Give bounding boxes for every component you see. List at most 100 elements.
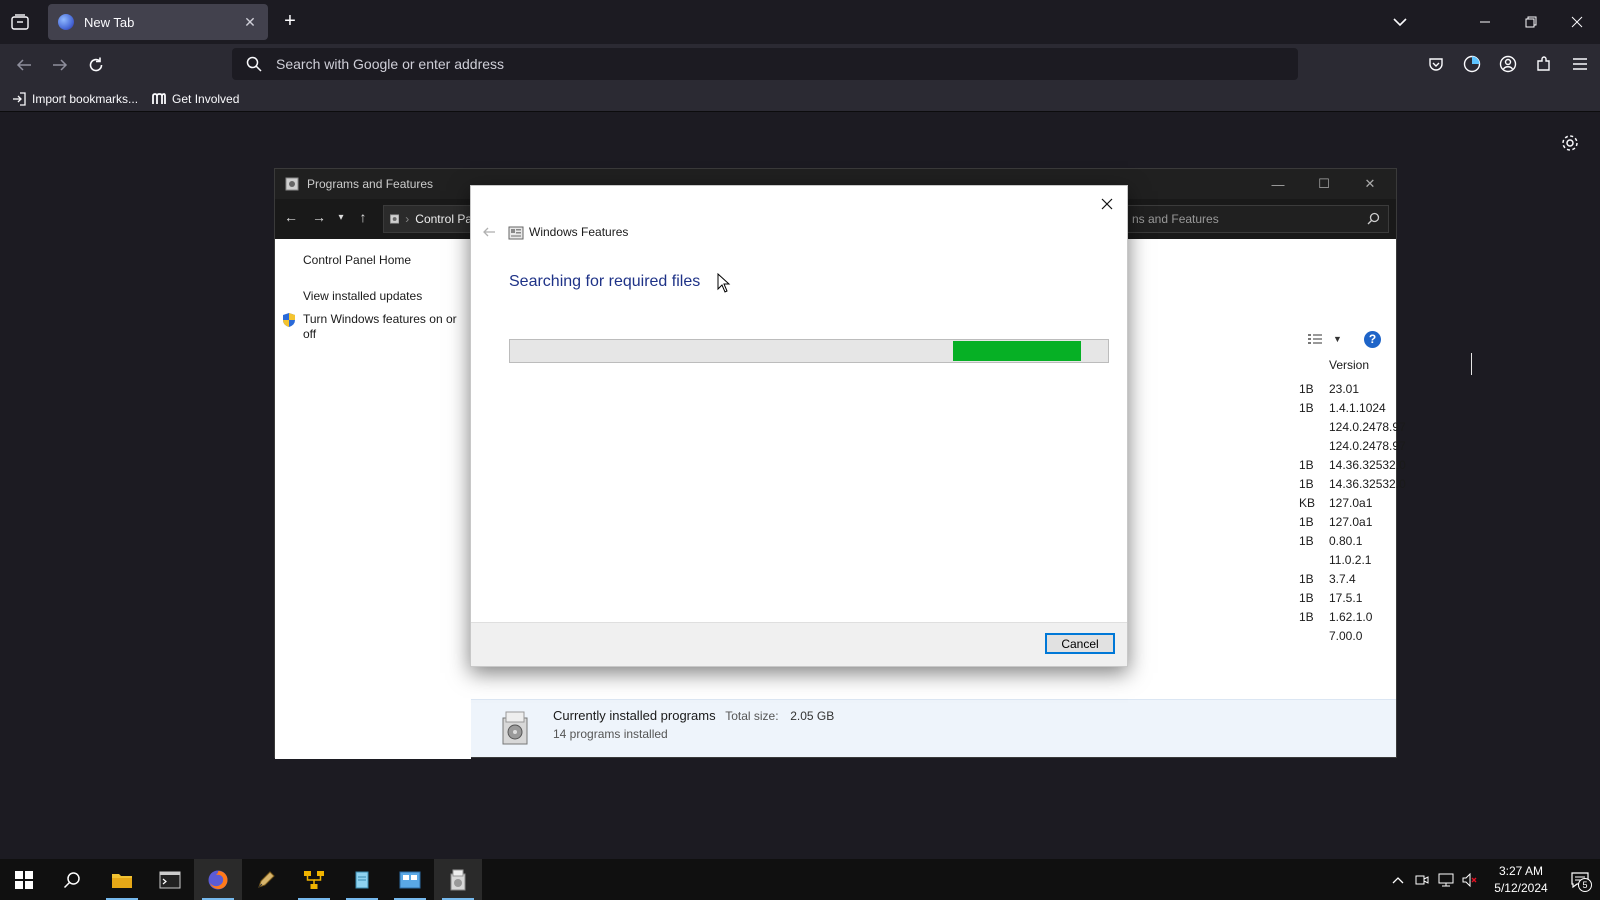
forward-arrow-icon[interactable] bbox=[48, 53, 72, 77]
installed-programs-icon bbox=[502, 711, 528, 745]
row-version[interactable]: 1.62.1.0 bbox=[1329, 610, 1372, 624]
browser-navbar bbox=[0, 44, 1600, 86]
details-view-icon[interactable] bbox=[1307, 333, 1323, 345]
network-icon[interactable] bbox=[1434, 859, 1458, 900]
search-icon[interactable] bbox=[48, 859, 96, 900]
back-arrow-icon[interactable]: ← bbox=[281, 209, 301, 225]
mozilla-m-icon bbox=[152, 92, 166, 104]
address-input[interactable] bbox=[276, 56, 1176, 72]
progress-bar-fill bbox=[952, 341, 1082, 361]
row-version[interactable]: 14.36.32532.0 bbox=[1329, 477, 1406, 491]
gear-icon[interactable] bbox=[1560, 133, 1580, 153]
total-size-value: 2.05 GB bbox=[790, 709, 835, 723]
search-icon[interactable] bbox=[1367, 212, 1380, 225]
row-version[interactable]: 124.0.2478.97 bbox=[1329, 420, 1406, 434]
recent-chevron-icon[interactable]: ▾ bbox=[331, 212, 351, 223]
firefox-favicon-icon bbox=[58, 14, 74, 30]
clock-time: 3:27 AM bbox=[1498, 863, 1544, 878]
new-tab-button[interactable]: + bbox=[278, 10, 302, 34]
row-version[interactable]: 124.0.2478.97 bbox=[1329, 439, 1406, 453]
row-size-fragment: 1B bbox=[1299, 591, 1314, 605]
view-dropdown-chevron-icon[interactable]: ▼ bbox=[1333, 334, 1342, 344]
bookmark-label: Import bookmarks... bbox=[32, 91, 139, 106]
row-size-fragment: 1B bbox=[1299, 534, 1314, 548]
tab-title: New Tab bbox=[84, 14, 135, 30]
turn-windows-features-link-cont[interactable]: off bbox=[303, 327, 316, 341]
help-icon[interactable]: ? bbox=[1364, 331, 1381, 348]
bookmark-get-involved[interactable]: Get Involved bbox=[152, 92, 239, 106]
pen-tool-icon[interactable] bbox=[242, 859, 290, 900]
up-arrow-icon[interactable]: ↑ bbox=[353, 209, 373, 225]
explorer-search-box[interactable]: ns and Features bbox=[1127, 205, 1389, 233]
clock[interactable]: 3:27 AM 5/12/2024 bbox=[1482, 863, 1560, 897]
row-size-fragment: KB bbox=[1299, 496, 1316, 510]
forward-arrow-icon[interactable]: → bbox=[309, 209, 329, 225]
turn-windows-features-link[interactable]: Turn Windows features on or bbox=[303, 312, 457, 326]
control-panel-icon bbox=[390, 214, 400, 224]
bookmark-import[interactable]: Import bookmarks... bbox=[12, 92, 138, 106]
row-version[interactable]: 3.7.4 bbox=[1329, 572, 1356, 586]
meet-camera-icon[interactable] bbox=[1410, 859, 1434, 900]
row-size-fragment: 1B bbox=[1299, 401, 1314, 415]
maximize-icon[interactable]: ☐ bbox=[1301, 169, 1347, 199]
breadcrumb[interactable]: › Control Pa bbox=[383, 205, 473, 233]
view-installed-updates-link[interactable]: View installed updates bbox=[303, 289, 422, 303]
control-panel-taskbar-icon[interactable] bbox=[386, 859, 434, 900]
row-version[interactable]: 14.36.32532.0 bbox=[1329, 458, 1406, 472]
column-divider[interactable] bbox=[1471, 353, 1472, 375]
row-version[interactable]: 1.4.1.1024 bbox=[1329, 401, 1386, 415]
file-explorer-icon[interactable] bbox=[98, 859, 146, 900]
tab-new-tab[interactable]: New Tab ✕ bbox=[48, 4, 268, 40]
close-icon[interactable] bbox=[1095, 192, 1119, 216]
close-window-icon[interactable] bbox=[1554, 0, 1600, 44]
tab-list-icon[interactable] bbox=[8, 10, 32, 34]
row-size-fragment: 1B bbox=[1299, 572, 1314, 586]
system-tray: 3:27 AM 5/12/2024 5 bbox=[1386, 859, 1600, 900]
search-icon bbox=[246, 56, 262, 72]
action-center-icon[interactable]: 5 bbox=[1560, 859, 1600, 900]
cancel-button[interactable]: Cancel bbox=[1045, 633, 1115, 654]
dialog-title: Windows Features bbox=[529, 225, 629, 239]
minimize-icon[interactable] bbox=[1462, 0, 1508, 44]
volume-muted-icon[interactable] bbox=[1458, 859, 1482, 900]
reload-icon[interactable] bbox=[84, 53, 108, 77]
pocket-icon[interactable] bbox=[1424, 52, 1448, 76]
start-windows-icon[interactable] bbox=[0, 859, 48, 900]
control-panel-home-link[interactable]: Control Panel Home bbox=[303, 253, 411, 267]
bookmarks-toolbar: Import bookmarks... Get Involved bbox=[0, 86, 1600, 112]
address-bar[interactable] bbox=[232, 48, 1298, 80]
row-version[interactable]: 7.00.0 bbox=[1329, 629, 1362, 643]
window-title: Programs and Features bbox=[307, 177, 434, 191]
close-icon[interactable]: ✕ bbox=[1347, 169, 1393, 199]
chevron-up-icon[interactable] bbox=[1386, 859, 1410, 900]
status-panel: Currently installed programs Total size:… bbox=[471, 699, 1396, 757]
programs-features-taskbar-icon[interactable] bbox=[434, 859, 482, 900]
row-version[interactable]: 127.0a1 bbox=[1329, 515, 1372, 529]
breadcrumb-item[interactable]: Control Pa bbox=[415, 212, 472, 226]
tab-overflow-chevron-icon[interactable] bbox=[1390, 12, 1410, 32]
row-version[interactable]: 127.0a1 bbox=[1329, 496, 1372, 510]
row-version[interactable]: 23.01 bbox=[1329, 382, 1359, 396]
firefox-icon[interactable] bbox=[194, 859, 242, 900]
windows-features-icon bbox=[508, 226, 524, 240]
column-header-version[interactable]: Version bbox=[1329, 358, 1369, 372]
back-arrow-icon[interactable] bbox=[12, 53, 36, 77]
view-options[interactable]: ▼ bbox=[1307, 333, 1342, 345]
workflow-app-icon[interactable] bbox=[290, 859, 338, 900]
vpn-globe-icon[interactable] bbox=[1460, 52, 1484, 76]
row-version[interactable]: 11.0.2.1 bbox=[1329, 553, 1371, 567]
extensions-puzzle-icon[interactable] bbox=[1532, 52, 1556, 76]
account-icon[interactable] bbox=[1496, 52, 1520, 76]
row-version[interactable]: 0.80.1 bbox=[1329, 534, 1362, 548]
minimize-icon[interactable]: — bbox=[1255, 169, 1301, 199]
total-size-label: Total size: bbox=[725, 709, 779, 723]
row-version[interactable]: 17.5.1 bbox=[1329, 591, 1362, 605]
restore-icon[interactable] bbox=[1508, 0, 1554, 44]
notepad-icon[interactable] bbox=[338, 859, 386, 900]
terminal-icon[interactable] bbox=[146, 859, 194, 900]
windows-taskbar: 3:27 AM 5/12/2024 5 bbox=[0, 859, 1600, 900]
back-arrow-icon[interactable] bbox=[481, 224, 497, 240]
hamburger-menu-icon[interactable] bbox=[1568, 52, 1592, 76]
tab-close-icon[interactable]: ✕ bbox=[242, 14, 258, 30]
import-icon bbox=[13, 91, 26, 106]
